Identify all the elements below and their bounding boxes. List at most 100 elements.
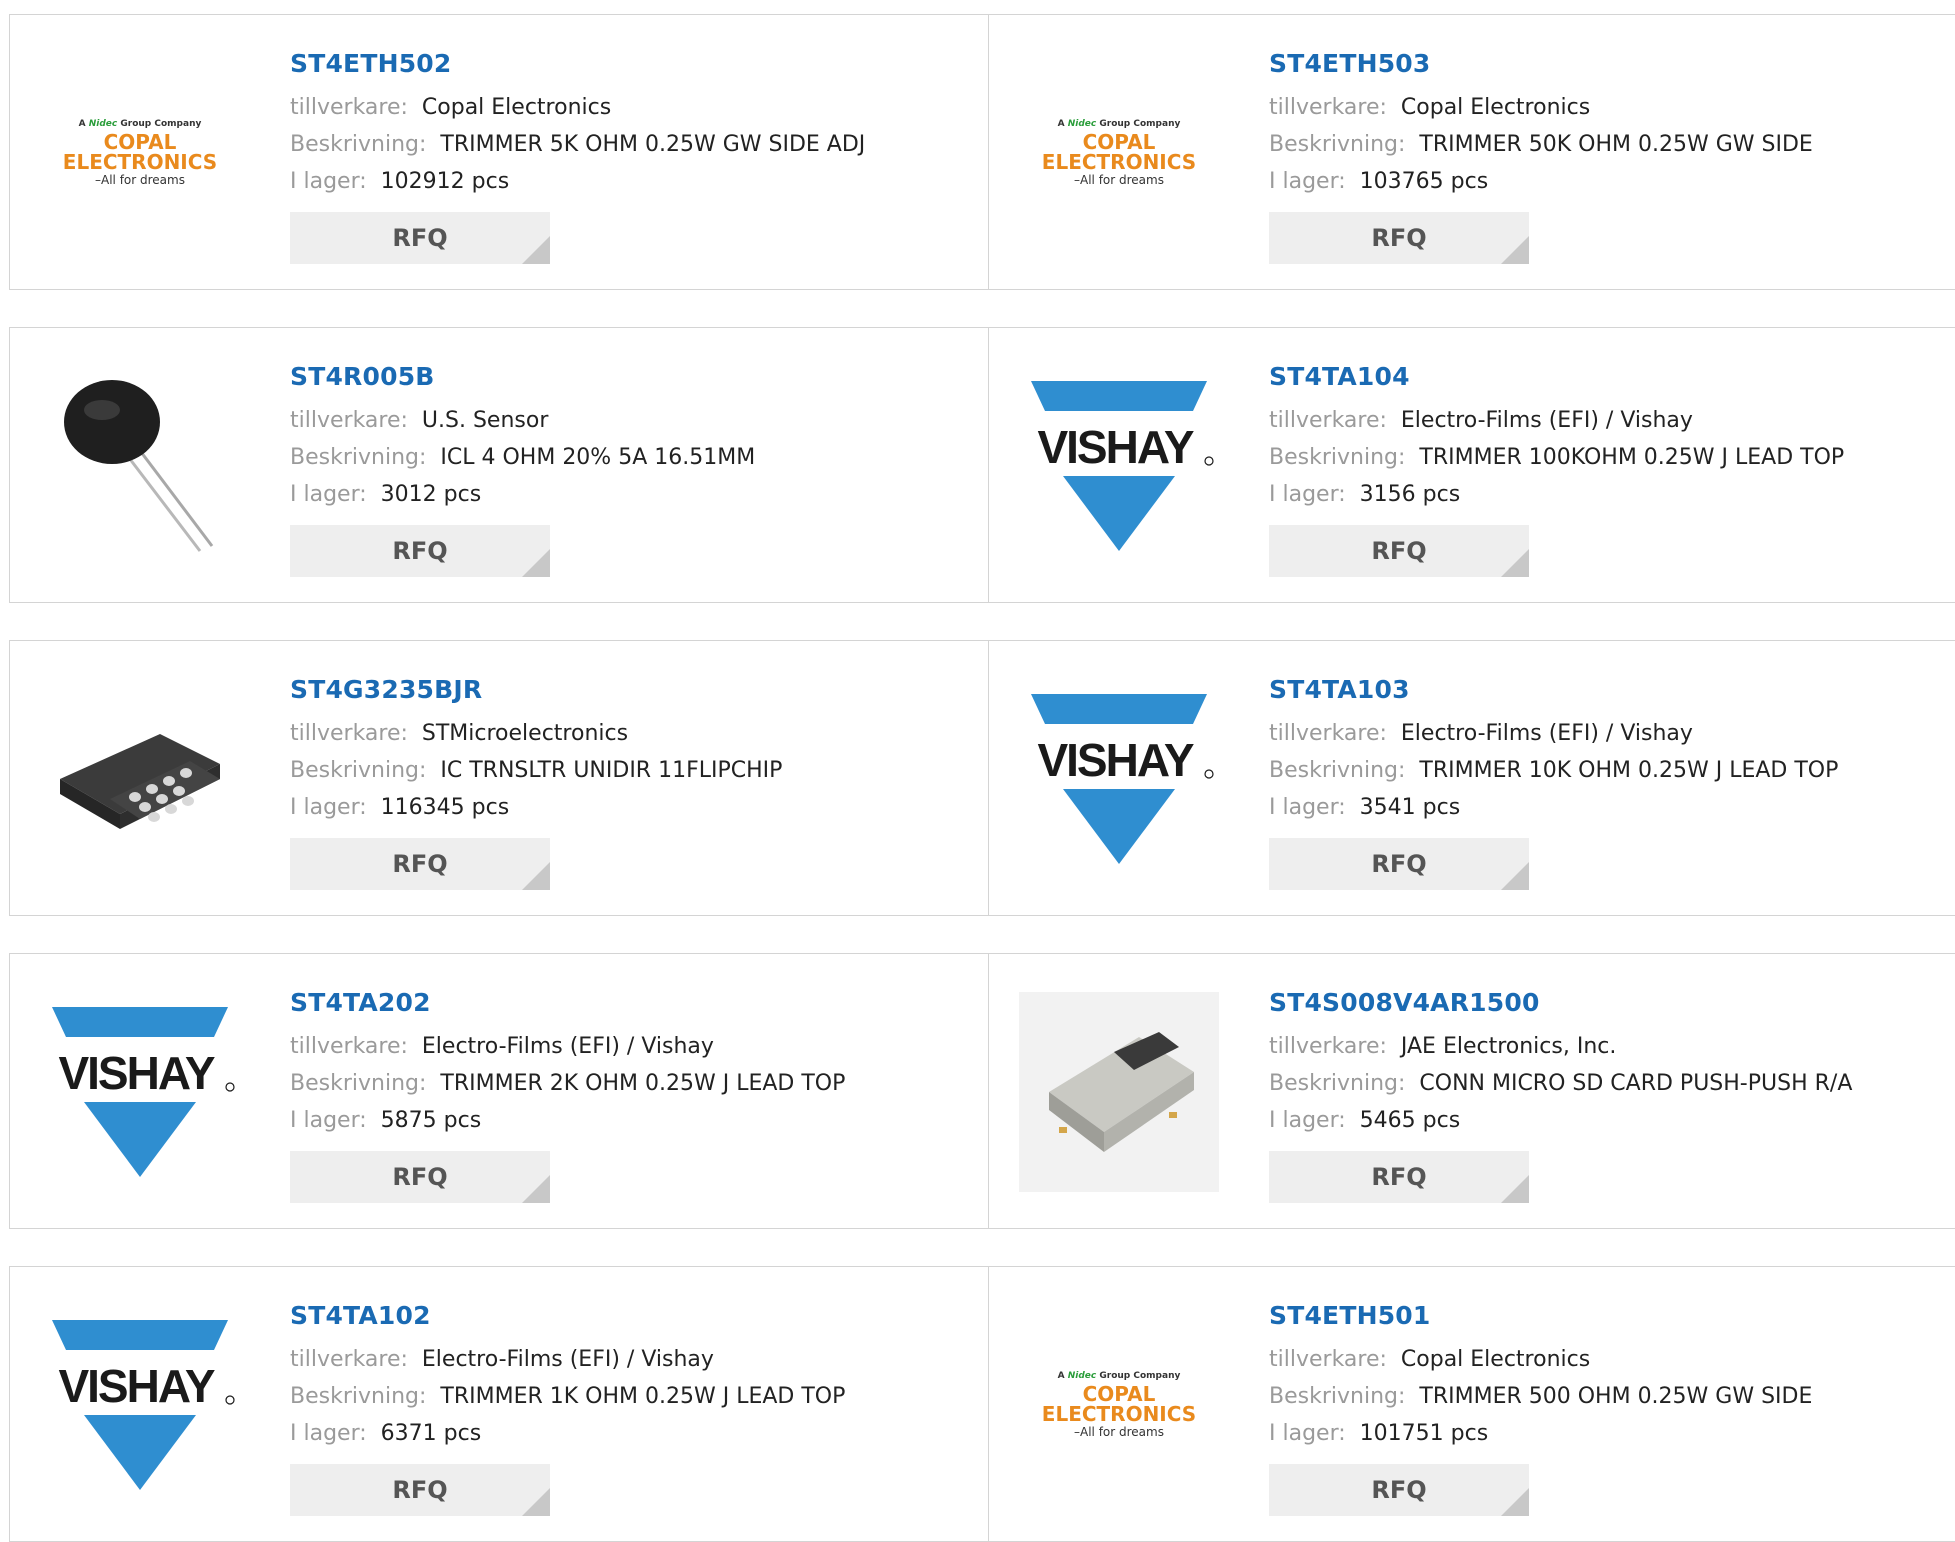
description-label: Beskrivning: bbox=[1269, 1384, 1406, 1409]
rfq-button[interactable]: RFQ bbox=[1269, 1464, 1529, 1516]
part-number-link[interactable]: ST4R005B bbox=[290, 362, 755, 402]
product-row: VISHAY ST4TA202 tillverkare: Electro-Films … bbox=[9, 953, 1955, 1229]
sd-connector-photo bbox=[1019, 992, 1219, 1192]
rfq-label: RFQ bbox=[392, 537, 448, 565]
manufacturer-value: U.S. Sensor bbox=[421, 408, 549, 433]
description-line: Beskrivning: TRIMMER 1K OHM 0.25W J LEAD … bbox=[290, 1378, 845, 1415]
product-card: ST4R005B tillverkare: U.S. Sensor Beskrivni… bbox=[10, 328, 988, 602]
product-image[interactable]: A Nidec Group Company COPAL ELECTRONICS –A… bbox=[1019, 1305, 1219, 1505]
manufacturer-line: tillverkare: Electro-Films (EFI) / Vishay bbox=[1269, 402, 1844, 439]
product-image[interactable]: A Nidec Group Company COPAL ELECTRONICS –A… bbox=[1019, 53, 1219, 253]
rfq-button[interactable]: RFQ bbox=[290, 525, 550, 577]
thermistor-photo bbox=[64, 380, 214, 552]
manufacturer-line: tillverkare: STMicroelectronics bbox=[290, 715, 782, 752]
product-info: ST4G3235BJR tillverkare: STMicroelectronic… bbox=[290, 675, 782, 890]
manufacturer-label: tillverkare: bbox=[290, 408, 408, 433]
manufacturer-line: tillverkare: JAE Electronics, Inc. bbox=[1269, 1028, 1852, 1065]
description-label: Beskrivning: bbox=[1269, 1071, 1406, 1096]
copal-logo-tagline: –All for dreams bbox=[95, 173, 185, 187]
vishay-logo-text: VISHAY bbox=[58, 1047, 214, 1099]
product-card: A Nidec Group Company COPAL ELECTRONICS –A… bbox=[988, 15, 1955, 289]
stock-line: I lager: 3156 pcs bbox=[1269, 476, 1844, 513]
product-image[interactable]: A Nidec Group Company COPAL ELECTRONICS –A… bbox=[40, 53, 240, 253]
stock-value: 102912 pcs bbox=[380, 169, 510, 194]
manufacturer-value: Copal Electronics bbox=[1400, 1347, 1591, 1372]
product-info: ST4TA104 tillverkare: Electro-Films (EFI) … bbox=[1269, 362, 1844, 577]
product-card: VISHAY ST4TA102 tillverkare: Electro-Films … bbox=[10, 1267, 988, 1541]
part-number-link[interactable]: ST4ETH503 bbox=[1269, 49, 1813, 89]
description-value: TRIMMER 100KOHM 0.25W J LEAD TOP bbox=[1419, 445, 1845, 470]
description-line: Beskrivning: ICL 4 OHM 20% 5A 16.51MM bbox=[290, 439, 755, 476]
manufacturer-label: tillverkare: bbox=[290, 1347, 408, 1372]
rfq-button[interactable]: RFQ bbox=[1269, 838, 1529, 890]
part-number-link[interactable]: ST4TA103 bbox=[1269, 675, 1838, 715]
product-row: ST4G3235BJR tillverkare: STMicroelectronic… bbox=[9, 640, 1955, 916]
copal-logo: A Nidec Group Company COPAL ELECTRONICS –A… bbox=[40, 119, 240, 187]
stock-value: 101751 pcs bbox=[1359, 1421, 1489, 1446]
corner-triangle-icon bbox=[522, 236, 550, 264]
copal-logo-main: COPAL ELECTRONICS bbox=[62, 130, 218, 174]
part-number-link[interactable]: ST4TA104 bbox=[1269, 362, 1844, 402]
product-image[interactable] bbox=[40, 679, 240, 879]
product-image[interactable]: VISHAY bbox=[1019, 679, 1219, 879]
manufacturer-value: Electro-Films (EFI) / Vishay bbox=[421, 1347, 714, 1372]
rfq-button[interactable]: RFQ bbox=[290, 1464, 550, 1516]
rfq-button[interactable]: RFQ bbox=[1269, 1151, 1529, 1203]
rfq-button[interactable]: RFQ bbox=[1269, 212, 1529, 264]
description-label: Beskrivning: bbox=[290, 1384, 427, 1409]
manufacturer-value: Electro-Films (EFI) / Vishay bbox=[1400, 408, 1693, 433]
rfq-label: RFQ bbox=[1371, 1476, 1427, 1504]
part-number-link[interactable]: ST4G3235BJR bbox=[290, 675, 782, 715]
description-label: Beskrivning: bbox=[290, 1071, 427, 1096]
copal-logo-main: COPAL ELECTRONICS bbox=[1041, 130, 1197, 174]
rfq-button[interactable]: RFQ bbox=[290, 212, 550, 264]
product-row: A Nidec Group Company COPAL ELECTRONICS –A… bbox=[9, 14, 1955, 290]
part-number-link[interactable]: ST4S008V4AR1500 bbox=[1269, 988, 1852, 1028]
product-info: ST4TA202 tillverkare: Electro-Films (EFI) … bbox=[290, 988, 845, 1203]
stock-line: I lager: 3012 pcs bbox=[290, 476, 755, 513]
rfq-button[interactable]: RFQ bbox=[290, 838, 550, 890]
copal-logo-brand: Nidec bbox=[88, 119, 118, 129]
product-image[interactable] bbox=[40, 366, 240, 566]
stock-line: I lager: 3541 pcs bbox=[1269, 789, 1838, 826]
part-number-link[interactable]: ST4ETH501 bbox=[1269, 1301, 1812, 1341]
rfq-button[interactable]: RFQ bbox=[290, 1151, 550, 1203]
stock-label: I lager: bbox=[1269, 795, 1346, 820]
part-number-link[interactable]: ST4TA102 bbox=[290, 1301, 845, 1341]
corner-triangle-icon bbox=[522, 862, 550, 890]
part-number-link[interactable]: ST4TA202 bbox=[290, 988, 845, 1028]
product-image[interactable]: VISHAY bbox=[40, 1305, 240, 1505]
product-info: ST4ETH501 tillverkare: Copal Electronics Be… bbox=[1269, 1301, 1812, 1516]
corner-triangle-icon bbox=[1501, 1488, 1529, 1516]
product-image[interactable] bbox=[1019, 992, 1219, 1192]
vishay-logo: VISHAY bbox=[1031, 694, 1214, 864]
product-info: ST4R005B tillverkare: U.S. Sensor Beskrivni… bbox=[290, 362, 755, 577]
stock-label: I lager: bbox=[1269, 482, 1346, 507]
description-line: Beskrivning: TRIMMER 10K OHM 0.25W J LEAD… bbox=[1269, 752, 1838, 789]
stock-label: I lager: bbox=[1269, 1108, 1346, 1133]
rfq-label: RFQ bbox=[392, 1163, 448, 1191]
description-value: TRIMMER 10K OHM 0.25W J LEAD TOP bbox=[1419, 758, 1839, 783]
copal-logo-prefix: A bbox=[78, 119, 86, 129]
stock-label: I lager: bbox=[290, 1108, 367, 1133]
product-image[interactable]: VISHAY bbox=[1019, 366, 1219, 566]
stock-value: 3012 pcs bbox=[380, 482, 482, 507]
vishay-logo: VISHAY bbox=[52, 1320, 235, 1490]
copal-logo-brand: Nidec bbox=[1067, 1371, 1097, 1381]
vishay-logo-text: VISHAY bbox=[58, 1360, 214, 1412]
product-image[interactable]: VISHAY bbox=[40, 992, 240, 1192]
stock-label: I lager: bbox=[1269, 1421, 1346, 1446]
manufacturer-line: tillverkare: Copal Electronics bbox=[1269, 89, 1813, 126]
vishay-logo: VISHAY bbox=[1031, 381, 1214, 551]
stock-label: I lager: bbox=[290, 169, 367, 194]
manufacturer-label: tillverkare: bbox=[1269, 408, 1387, 433]
manufacturer-value: Copal Electronics bbox=[1400, 95, 1591, 120]
corner-triangle-icon bbox=[522, 1488, 550, 1516]
flipchip-photo bbox=[60, 734, 220, 829]
part-number-link[interactable]: ST4ETH502 bbox=[290, 49, 865, 89]
manufacturer-label: tillverkare: bbox=[1269, 1347, 1387, 1372]
copal-logo: A Nidec Group Company COPAL ELECTRONICS –A… bbox=[1019, 1371, 1219, 1439]
stock-line: I lager: 102912 pcs bbox=[290, 163, 865, 200]
rfq-button[interactable]: RFQ bbox=[1269, 525, 1529, 577]
corner-triangle-icon bbox=[1501, 549, 1529, 577]
